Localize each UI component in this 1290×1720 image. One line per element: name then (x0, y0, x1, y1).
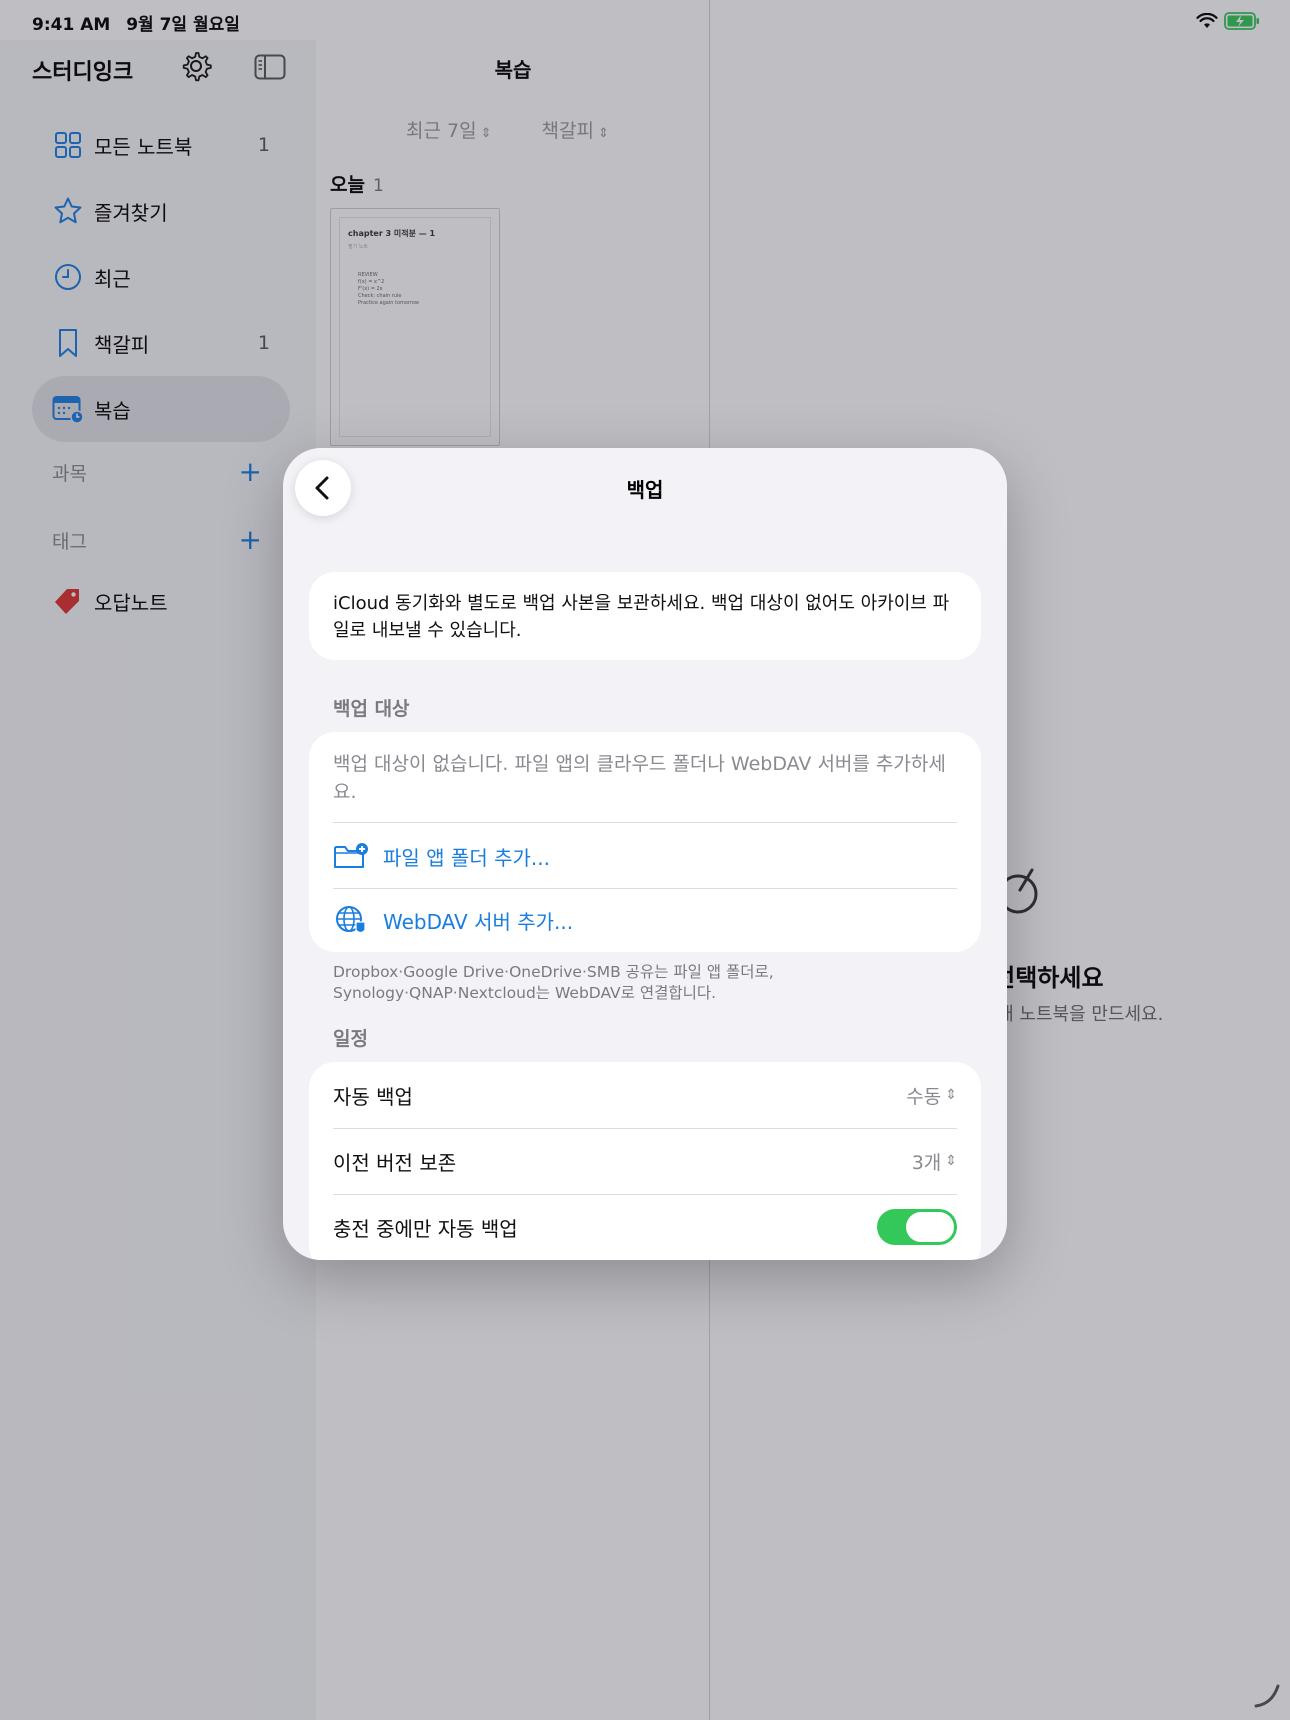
add-webdav-button[interactable]: WebDAV 서버 추가... (333, 888, 957, 952)
backup-targets-card: 백업 대상이 없습니다. 파일 앱의 클라우드 폴더나 WebDAV 서버를 추… (309, 732, 981, 952)
updown-chevron-icon: ⇕ (945, 1087, 957, 1103)
auto-backup-label: 자동 백업 (333, 1084, 413, 1109)
targets-footnote: Dropbox·Google Drive·OneDrive·SMB 공유는 파일… (333, 963, 774, 1002)
add-files-folder-button[interactable]: 파일 앱 폴더 추가... (333, 824, 957, 888)
charging-only-label: 충전 중에만 자동 백업 (333, 1216, 518, 1241)
keep-versions-value: 3개 (911, 1151, 942, 1174)
globe-lock-icon (333, 904, 369, 936)
keep-versions-picker[interactable]: 3개 ⇕ (912, 1148, 957, 1175)
modal-title: 백업 (626, 478, 664, 502)
toggle-knob (906, 1212, 954, 1242)
schedule-card: 자동 백업 수동 ⇕ 이전 버전 보존 3개 ⇕ 충전 중에만 자동 백업 (309, 1062, 981, 1260)
targets-section-header: 백업 대상 (333, 698, 410, 720)
updown-chevron-icon: ⇕ (945, 1153, 957, 1169)
add-files-folder-label: 파일 앱 폴더 추가... (383, 845, 550, 870)
keep-versions-label: 이전 버전 보존 (333, 1150, 457, 1175)
auto-backup-row[interactable]: 자동 백업 수동 ⇕ (333, 1062, 957, 1128)
schedule-section-header: 일정 (333, 1028, 368, 1050)
folder-add-icon (333, 840, 369, 872)
intro-card: iCloud 동기화와 별도로 백업 사본을 보관하세요. 백업 대상이 없어도… (309, 572, 981, 660)
backup-modal: 백업 iCloud 동기화와 별도로 백업 사본을 보관하세요. 백업 대상이 … (283, 448, 1007, 1260)
charging-only-toggle[interactable] (877, 1209, 957, 1245)
charging-only-row: 충전 중에만 자동 백업 (333, 1194, 957, 1260)
auto-backup-picker[interactable]: 수동 ⇕ (906, 1082, 957, 1109)
keep-versions-row[interactable]: 이전 버전 보존 3개 ⇕ (333, 1128, 957, 1194)
add-webdav-label: WebDAV 서버 추가... (383, 909, 574, 934)
targets-empty-text: 백업 대상이 없습니다. 파일 앱의 클라우드 폴더나 WebDAV 서버를 추… (333, 753, 946, 803)
row-divider (333, 822, 957, 823)
intro-text: iCloud 동기화와 별도로 백업 사본을 보관하세요. 백업 대상이 없어도… (333, 593, 950, 641)
auto-backup-value: 수동 (906, 1085, 942, 1108)
